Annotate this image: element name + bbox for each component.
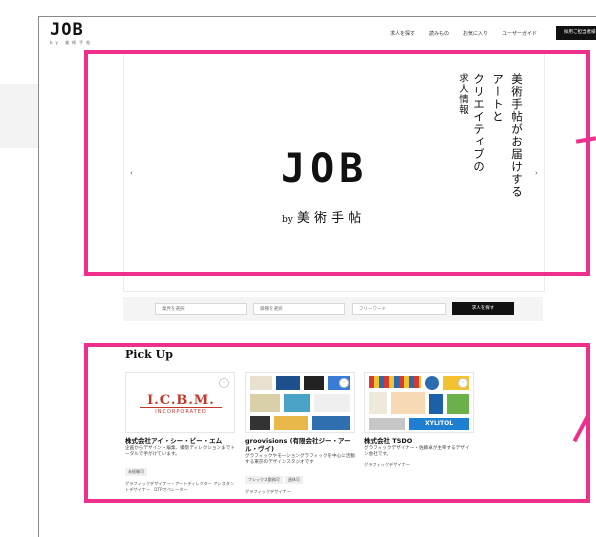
nav-user-guide[interactable]: ユーザーガイド bbox=[502, 30, 537, 37]
highlight-box-pickup bbox=[84, 343, 590, 503]
logo-text: JOB bbox=[50, 20, 84, 40]
header-nav: 求人を探す 読みもの お気に入り ユーザーガイド bbox=[390, 30, 551, 37]
logo-subtext: by 美術手帖 bbox=[50, 40, 94, 45]
recruiter-button[interactable]: 採用ご担当者様 bbox=[556, 26, 596, 40]
keyword-input[interactable]: フリーワード bbox=[352, 303, 446, 315]
background-panel bbox=[0, 84, 38, 148]
search-button[interactable]: 求人を探す bbox=[452, 302, 514, 315]
highlight-box-hero bbox=[84, 50, 590, 276]
nav-favorites[interactable]: お気に入り bbox=[463, 30, 488, 37]
nav-find-jobs[interactable]: 求人を探す bbox=[390, 30, 415, 37]
nav-articles[interactable]: 読みもの bbox=[429, 30, 449, 37]
job-type-select[interactable]: 職種を選択 bbox=[253, 303, 345, 315]
site-logo[interactable]: JOB by 美術手帖 bbox=[50, 22, 93, 46]
industry-select[interactable]: 業界を選択 bbox=[155, 303, 247, 315]
